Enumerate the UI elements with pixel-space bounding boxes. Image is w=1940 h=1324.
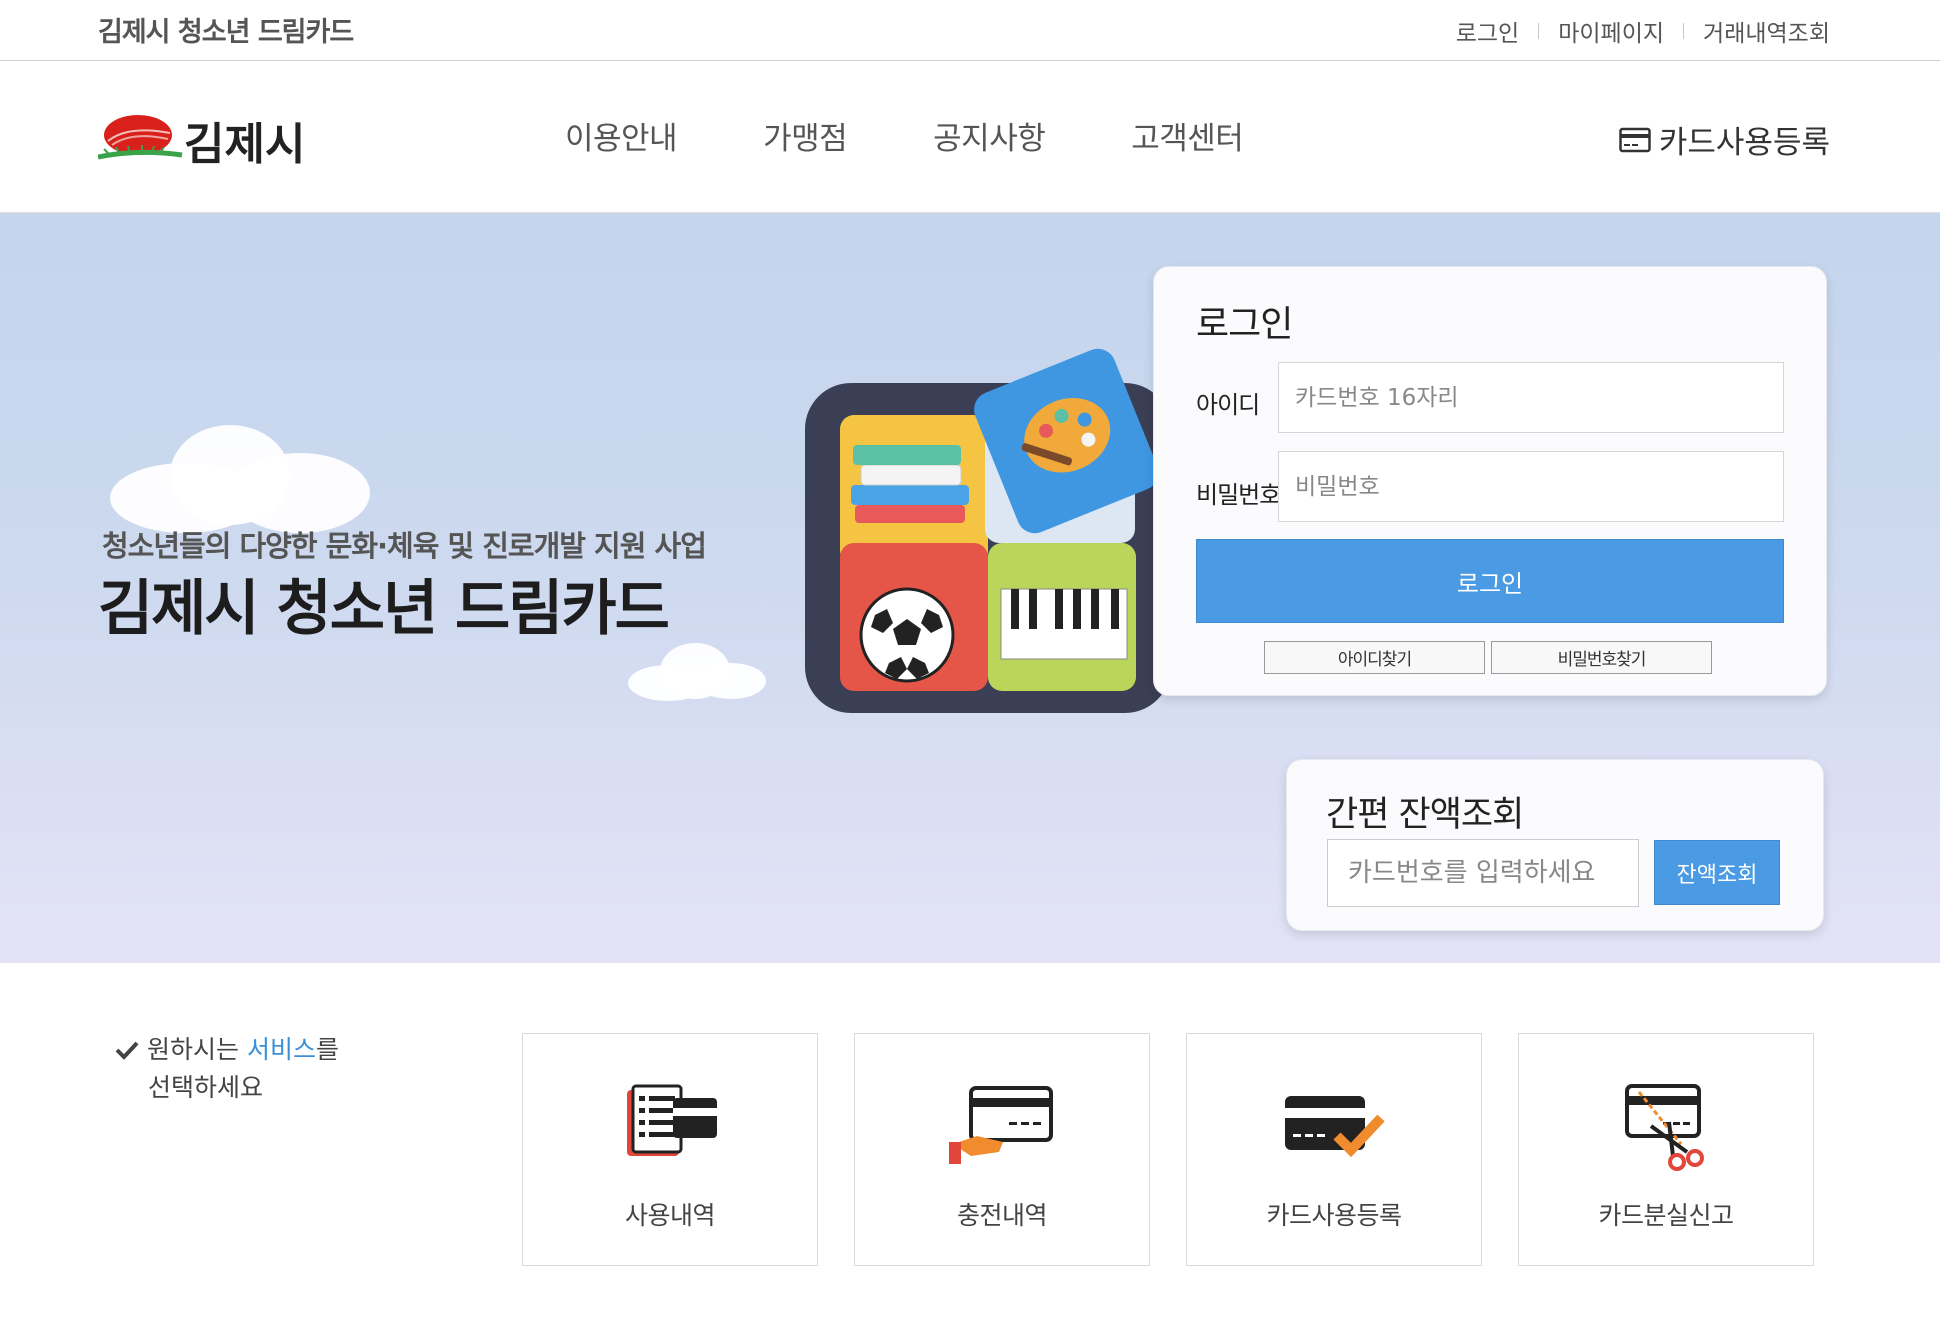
top-utility-bar: 김제시 청소년 드림카드 로그인 마이페이지 거래내역조회	[0, 0, 1940, 61]
service-intro-line2: 선택하세요	[148, 1073, 264, 1102]
transaction-history-link[interactable]: 거래내역조회	[1703, 14, 1830, 48]
service-card-charge-history[interactable]: 충전내역	[854, 1033, 1150, 1266]
nav-item-merchants[interactable]: 가맹점	[763, 113, 848, 158]
card-register-label: 카드사용등록	[1658, 125, 1830, 161]
login-link[interactable]: 로그인	[1456, 14, 1519, 48]
piano-icon	[1000, 588, 1128, 660]
check-icon	[115, 1034, 139, 1070]
password-input[interactable]	[1278, 451, 1784, 522]
card-lost-icon	[1625, 1084, 1704, 1171]
service-label: 충전내역	[956, 1201, 1048, 1230]
service-card-card-lost[interactable]: 카드분실신고	[1518, 1033, 1814, 1266]
main-navbar: 김제시 이용안내 가맹점 공지사항 고객센터 카드사용등록	[0, 61, 1940, 213]
utility-links: 로그인 마이페이지 거래내역조회	[1456, 14, 1830, 48]
mypage-link[interactable]: 마이페이지	[1558, 14, 1664, 48]
charge-history-icon	[949, 1086, 1053, 1164]
service-intro-suffix: 를	[315, 1035, 339, 1064]
find-password-button[interactable]: 비밀번호찾기	[1491, 641, 1712, 674]
password-label: 비밀번호	[1196, 481, 1281, 509]
service-label: 카드사용등록	[1266, 1201, 1402, 1230]
id-label: 아이디	[1196, 391, 1260, 419]
card-register-link[interactable]: 카드사용등록	[1619, 117, 1830, 162]
login-button[interactable]: 로그인	[1196, 539, 1784, 623]
books-icon	[851, 445, 969, 523]
soccer-ball-icon	[859, 587, 955, 683]
service-card-usage-history[interactable]: 사용내역	[522, 1033, 818, 1266]
card-number-input[interactable]	[1327, 839, 1639, 907]
nav-item-notices[interactable]: 공지사항	[933, 113, 1046, 158]
service-label: 사용내역	[624, 1201, 716, 1230]
usage-history-icon	[627, 1084, 717, 1156]
divider	[1538, 23, 1540, 39]
login-panel: 로그인 아이디 비밀번호 로그인 아이디찾기 비밀번호찾기	[1153, 266, 1827, 696]
nav-item-support[interactable]: 고객센터	[1131, 113, 1244, 158]
puzzle-illustration	[805, 348, 1171, 713]
service-intro-accent: 서비스	[246, 1035, 316, 1064]
nav-item-guide[interactable]: 이용안내	[565, 113, 678, 158]
service-label: 카드분실신고	[1598, 1201, 1734, 1230]
hero-subtitle: 청소년들의 다양한 문화·체육 및 진로개발 지원 사업	[102, 529, 707, 563]
gimje-logo[interactable]: 김제시	[97, 105, 318, 175]
divider	[1683, 23, 1685, 39]
hero-banner: 청소년들의 다양한 문화·체육 및 진로개발 지원 사업 김제시 청소년 드림카…	[0, 213, 1940, 963]
card-register-icon	[1285, 1096, 1385, 1158]
login-title: 로그인	[1196, 304, 1293, 345]
find-id-button[interactable]: 아이디찾기	[1264, 641, 1485, 674]
balance-title: 간편 잔액조회	[1326, 795, 1524, 835]
balance-check-button[interactable]: 잔액조회	[1654, 840, 1780, 905]
credit-card-icon	[1619, 127, 1651, 152]
service-intro-prefix: 원하시는	[147, 1035, 247, 1064]
service-card-card-register[interactable]: 카드사용등록	[1186, 1033, 1482, 1266]
balance-check-panel: 간편 잔액조회 잔액조회	[1286, 759, 1824, 931]
gimje-logo-icon: 김제시	[97, 115, 305, 170]
hero-title: 김제시 청소년 드림카드	[98, 574, 670, 644]
site-title[interactable]: 김제시 청소년 드림카드	[98, 10, 354, 49]
id-input[interactable]	[1278, 362, 1784, 433]
nav-menu: 이용안내 가맹점 공지사항 고객센터	[565, 113, 1329, 158]
logo-wordmark: 김제시	[184, 119, 305, 170]
service-intro: 원하시는 서비스를 선택하세요	[115, 1032, 339, 1106]
